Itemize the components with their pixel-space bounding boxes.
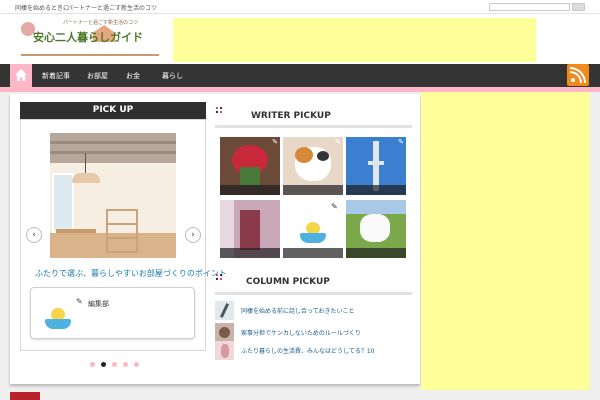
nav-item-life[interactable]: 暮らし (162, 71, 183, 81)
nav-home[interactable] (10, 64, 32, 87)
section-icon (216, 107, 225, 116)
site-title: 安心二人暮らしガイド (33, 31, 143, 44)
pickup-slide-image[interactable] (50, 133, 176, 258)
search-button[interactable] (572, 3, 585, 11)
sidebar-ad-banner[interactable] (421, 92, 590, 390)
home-icon (15, 69, 27, 81)
section-icon (216, 274, 225, 283)
slider-prev-button[interactable]: ‹ (26, 227, 42, 243)
pencil-icon: ✎ (76, 297, 83, 306)
column-item[interactable]: 家事分担でケンカしないためのルールづくり (215, 323, 413, 343)
slider-dot-active[interactable] (101, 362, 106, 367)
column-title[interactable]: ふたり暮らしの生活費、みんなはどうしてる？10 (241, 346, 374, 355)
column-title[interactable]: 同棲を始める前に話し合っておきたいこと (241, 306, 355, 315)
chick-avatar (45, 308, 71, 330)
slider-dot[interactable] (123, 362, 128, 367)
breadcrumb-link[interactable]: 同棲を始めるときに (15, 3, 69, 12)
breadcrumb-link[interactable]: パートナーと過ごす新生活のコツ (67, 3, 157, 12)
slider-next-button[interactable]: › (185, 227, 201, 243)
section-divider (215, 292, 412, 295)
logo-underline (21, 54, 159, 56)
nav-item-new[interactable]: 新着記事 (42, 71, 70, 81)
column-thumbnail (215, 341, 234, 360)
nav-item-room[interactable]: お部屋 (87, 71, 108, 81)
writer-thumb-tower[interactable]: ✎ (346, 137, 406, 195)
site-tagline: パートナーと過ごす新生活のコツ (63, 20, 139, 26)
footer-red-tab (10, 392, 40, 400)
column-pickup-heading: COLUMN PICKUP (246, 277, 330, 287)
author-name: 編集部 (88, 300, 109, 308)
site-logo[interactable]: パートナーと過ごす新生活のコツ 安心二人暮らしガイド (19, 16, 162, 60)
nav-item-money[interactable]: お金 (126, 71, 140, 81)
pencil-icon: ✎ (331, 202, 338, 211)
writer-thumb-dog[interactable] (346, 200, 406, 258)
search-input[interactable] (489, 3, 570, 11)
writer-pickup-heading: WRITER PICKUP (251, 111, 331, 121)
top-bar: 同棲を始めるときに - パートナーと過ごす新生活のコツ (0, 0, 600, 14)
author-card[interactable]: ✎ 編集部 (30, 287, 195, 339)
pickup-article-title[interactable]: ふたりで選ぶ、暮らしやすいお部屋づくりのポイント (35, 268, 227, 279)
breadcrumb-separator: - (58, 3, 61, 10)
column-title[interactable]: 家事分担でケンカしないためのルールづくり (241, 328, 361, 337)
column-item[interactable]: 同棲を始める前に話し合っておきたいこと (215, 301, 413, 321)
section-divider (215, 125, 412, 128)
header-ad-banner[interactable] (173, 18, 536, 62)
column-thumbnail (215, 301, 234, 320)
slider-dot[interactable] (90, 362, 95, 367)
slider-dot[interactable] (134, 362, 139, 367)
writer-thumb-chick[interactable]: ✎ (283, 200, 343, 258)
chick-illustration (300, 222, 326, 244)
writer-thumb-hallway[interactable] (220, 200, 280, 258)
slider-dot[interactable] (112, 362, 117, 367)
column-item[interactable]: ふたり暮らしの生活費、みんなはどうしてる？10 (215, 341, 413, 361)
main-nav: 新着記事 お部屋 お金 暮らし (0, 64, 600, 87)
writer-thumb-cat[interactable]: ✎ (283, 137, 343, 195)
column-thumbnail (215, 323, 234, 342)
pickup-heading: PICK UP (20, 102, 206, 119)
writer-thumb-flower[interactable]: ✎ (220, 137, 280, 195)
site-header: パートナーと過ごす新生活のコツ 安心二人暮らしガイド (0, 14, 600, 64)
rss-icon[interactable] (567, 64, 589, 86)
